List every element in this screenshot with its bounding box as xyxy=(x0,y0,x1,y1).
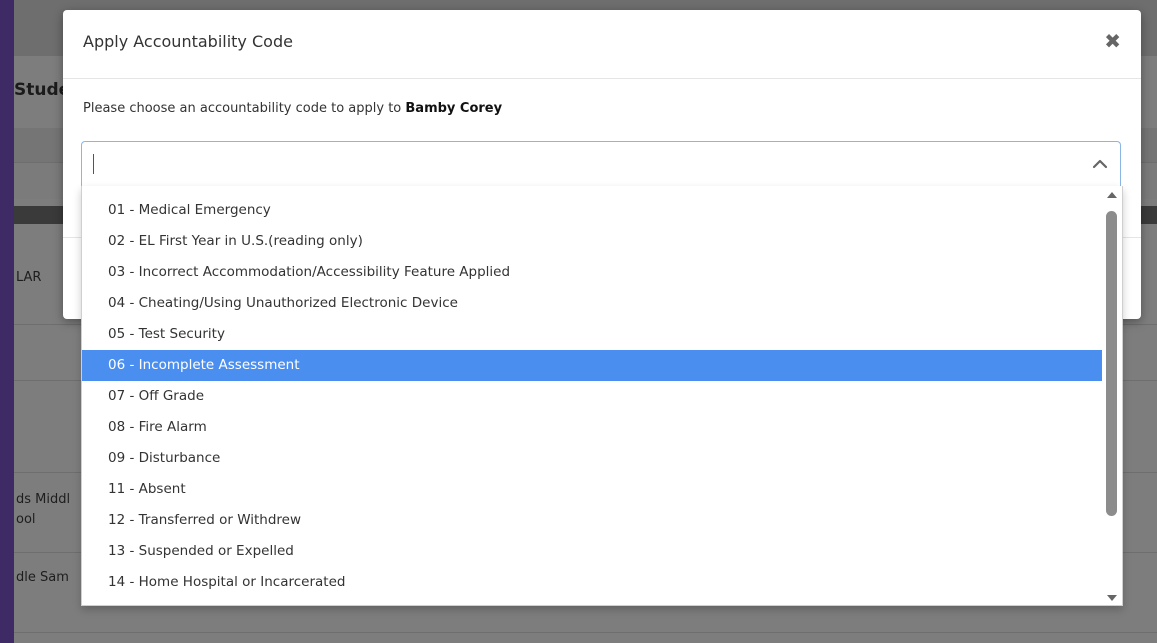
scroll-down-icon[interactable] xyxy=(1107,595,1117,601)
table-cell: ool xyxy=(16,512,36,527)
dropdown-option[interactable]: 02 - EL First Year in U.S.(reading only) xyxy=(82,226,1102,257)
dropdown-option[interactable]: 07 - Off Grade xyxy=(82,381,1102,412)
option-list: 01 - Medical Emergency 02 - EL First Year… xyxy=(82,195,1102,598)
dropdown-option[interactable]: 12 - Transferred or Withdrew xyxy=(82,505,1102,536)
dropdown-option[interactable]: 09 - Disturbance xyxy=(82,443,1102,474)
prompt-text: Please choose an accountability code to … xyxy=(83,101,406,116)
accountability-code-dropdown[interactable]: 01 - Medical Emergency 02 - EL First Year… xyxy=(81,186,1123,606)
modal-header: Apply Accountability Code ✖ xyxy=(63,10,1141,79)
dropdown-option[interactable]: 05 - Test Security xyxy=(82,319,1102,350)
dropdown-option[interactable]: 03 - Incorrect Accommodation/Accessibili… xyxy=(82,257,1102,288)
table-cell: ds Middl xyxy=(16,492,71,507)
background-page-title: Stude xyxy=(14,80,71,100)
dropdown-scrollbar[interactable] xyxy=(1102,186,1122,605)
table-cell: LAR xyxy=(16,270,42,285)
text-cursor xyxy=(93,154,94,174)
dropdown-option[interactable]: 14 - Home Hospital or Incarcerated xyxy=(82,567,1102,598)
accountability-code-search-input[interactable] xyxy=(92,152,1056,178)
close-icon[interactable]: ✖ xyxy=(1104,29,1121,53)
accountability-code-select[interactable] xyxy=(81,141,1121,187)
scroll-thumb[interactable] xyxy=(1106,211,1117,516)
dropdown-option[interactable]: 06 - Incomplete Assessment xyxy=(82,350,1102,381)
scroll-up-icon[interactable] xyxy=(1107,192,1117,198)
dropdown-option[interactable]: 04 - Cheating/Using Unauthorized Electro… xyxy=(82,288,1102,319)
dropdown-option[interactable]: 08 - Fire Alarm xyxy=(82,412,1102,443)
left-nav-bar xyxy=(0,0,14,643)
modal-prompt: Please choose an accountability code to … xyxy=(83,101,502,116)
table-cell: dle Sam xyxy=(16,570,69,585)
modal-title: Apply Accountability Code xyxy=(83,32,293,51)
dropdown-option[interactable]: 13 - Suspended or Expelled xyxy=(82,536,1102,567)
dropdown-option[interactable]: 01 - Medical Emergency xyxy=(82,195,1102,226)
chevron-up-icon[interactable] xyxy=(1090,154,1110,174)
dropdown-option[interactable]: 11 - Absent xyxy=(82,474,1102,505)
student-name: Bamby Corey xyxy=(405,101,503,116)
